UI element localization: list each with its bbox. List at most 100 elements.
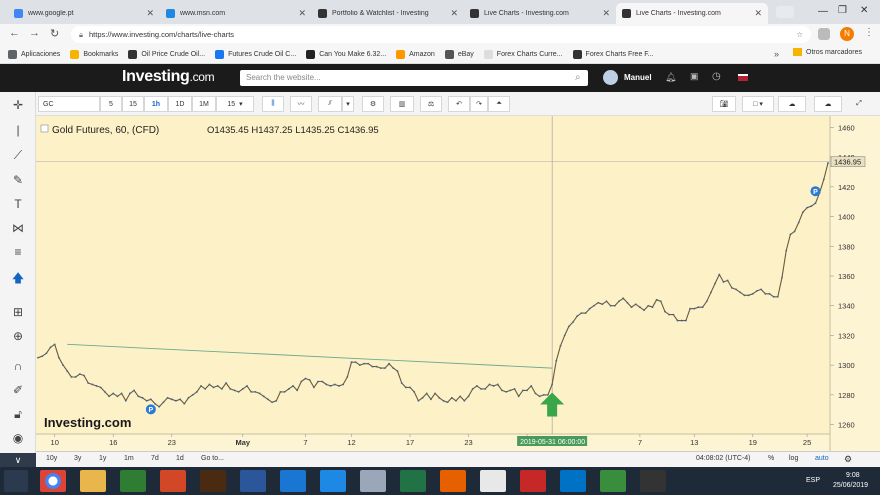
redo-icon[interactable]: ↷ [470,96,488,112]
close-icon[interactable]: ✕ [450,8,458,19]
compare-icon[interactable]: ⚖ [420,96,442,112]
crosshair-icon[interactable]: ✛ [9,97,27,113]
legend-collapse-icon[interactable] [40,124,49,133]
back-icon[interactable]: ← [9,27,20,39]
zoom-icon[interactable]: ⊕ [9,328,27,344]
go-to-date[interactable]: Go to... [201,455,224,462]
portfolio-icon[interactable]: ▣ [690,71,699,82]
close-icon[interactable]: ✕ [754,8,762,19]
calculator-icon[interactable] [360,470,386,492]
range-7d[interactable]: 7d [151,455,159,462]
interval-1m[interactable]: 1M [192,96,216,112]
cloud-save-icon[interactable]: ☁ [814,96,842,112]
maximize-icon[interactable]: ❐ [838,5,847,16]
bookmark-item[interactable]: Amazon [396,49,435,59]
percent-toggle[interactable]: % [768,455,774,462]
bookmark-item[interactable]: Forex Charts Free F... [572,49,654,59]
other-bookmarks[interactable]: Otros marcadores [793,48,862,56]
indicators-icon[interactable]: ▥ [390,96,414,112]
word-icon[interactable] [240,470,266,492]
pattern-icon[interactable]: ⋈ [9,220,27,236]
avatar[interactable] [603,70,618,85]
bookmark-item[interactable]: Forex Charts Curre... [483,49,563,59]
star-icon[interactable]: ☆ [796,30,803,39]
interval-1h[interactable]: 1h [144,96,168,112]
magnet-icon[interactable]: ∩ [9,358,27,374]
powerpoint-icon[interactable] [160,470,186,492]
bookmark-item[interactable]: Can You Make 6.32... [306,49,386,59]
lock-icon[interactable]: 🔓︎ [9,406,27,422]
range-1m[interactable]: 1m [124,455,134,462]
range-1d[interactable]: 1d [176,455,184,462]
bell-icon[interactable]: 🔔︎ [665,72,676,83]
bookmark-item[interactable]: Aplicaciones [8,49,60,59]
forward-icon[interactable]: → [29,27,40,39]
auto-toggle[interactable]: auto [815,455,829,462]
app-icon[interactable] [600,470,626,492]
log-toggle[interactable]: log [789,455,798,462]
clock-icon[interactable]: ◷ [712,71,721,82]
close-icon[interactable]: ✕ [298,8,306,19]
line-style-icon[interactable]: 〰 [290,96,312,112]
layout-icon[interactable]: □ ▾ [742,96,774,112]
range-1y[interactable]: 1y [99,455,106,462]
bookmark-item[interactable]: Futures Crude Oil C... [215,49,296,59]
mail-icon[interactable] [280,470,306,492]
store-icon[interactable] [120,470,146,492]
user-name[interactable]: Manuel [624,73,652,82]
vertical-line-icon[interactable]: | [9,122,27,138]
minimize-icon[interactable]: — [818,6,828,17]
eye-icon[interactable]: ◉ [9,430,27,446]
excel-icon[interactable] [400,470,426,492]
bookmark-item[interactable]: Oil Price Crude Oil... [128,49,205,59]
text-tool-icon[interactable]: T [9,196,27,212]
chevron-down-icon[interactable]: ▾ [342,96,354,112]
cloud-load-icon[interactable]: ☁ [778,96,806,112]
us-flag-icon[interactable] [738,74,748,81]
chart-app-icon[interactable] [200,470,226,492]
edge-icon[interactable] [320,470,346,492]
more-bookmarks-icon[interactable]: » [774,49,779,59]
menu-icon[interactable]: ⋮ [864,27,874,38]
collapse-panel-button[interactable]: ∨ [0,453,36,467]
candles-icon[interactable]: ⫼ [262,96,284,112]
clock-date[interactable]: 25/06/2019 [833,482,868,489]
chrome-icon[interactable] [40,470,66,492]
lock-drawings-icon[interactable]: ✐ [9,382,27,398]
clock-time[interactable]: 9:08 [846,472,860,479]
camera-icon[interactable]: 📷︎ [712,96,736,112]
search-icon[interactable]: ⌕ [575,72,581,83]
bars-icon[interactable]: ⫽ [318,96,342,112]
fullscreen-icon[interactable]: ⤢ [848,96,870,112]
firefox-icon[interactable] [440,470,466,492]
extension-icon[interactable] [818,28,830,40]
tab-msn[interactable]: www.msn.com ✕ [160,3,312,24]
tab-google[interactable]: www.google.pt ✕ [8,3,160,24]
arrow-up-icon[interactable]: 🡅 [9,270,27,286]
bookmark-item[interactable]: Bookmarks [70,49,118,59]
gear-icon[interactable]: ⚙ [844,454,852,465]
tab-portfolio[interactable]: Portfolio & Watchlist - Investing ✕ [312,3,464,24]
interval-15[interactable]: 15 [122,96,144,112]
language-indicator[interactable]: ESP [806,477,820,484]
close-icon[interactable]: ✕ [146,8,154,19]
range-3y[interactable]: 3y [74,455,81,462]
close-icon[interactable]: ✕ [602,8,610,19]
price-chart[interactable]: 1260128013001320134013601380140014201440… [36,116,880,451]
trend-line-icon[interactable]: ⟋ [9,147,27,163]
close-window-icon[interactable]: ✕ [860,5,868,16]
brush-icon[interactable]: ✎ [9,172,27,188]
tab-live-charts[interactable]: Live Charts - Investing.com ✕ [464,3,616,24]
bookmark-item[interactable]: eBay [444,49,474,59]
help-icon[interactable] [520,470,546,492]
gear-icon[interactable]: ⚙ [362,96,384,112]
notepad-icon[interactable] [480,470,506,492]
interval-dropdown[interactable]: 15 ▾ [216,96,254,112]
investing-logo[interactable]: Investing.com [122,68,215,86]
new-tab-button[interactable] [776,6,794,18]
profile-avatar[interactable]: N [840,27,854,41]
interval-1d[interactable]: 1D [168,96,192,112]
fibonacci-icon[interactable]: ≡ [9,244,27,260]
outlook-icon[interactable] [560,470,586,492]
alerts-icon[interactable]: ⏶ [488,96,510,112]
